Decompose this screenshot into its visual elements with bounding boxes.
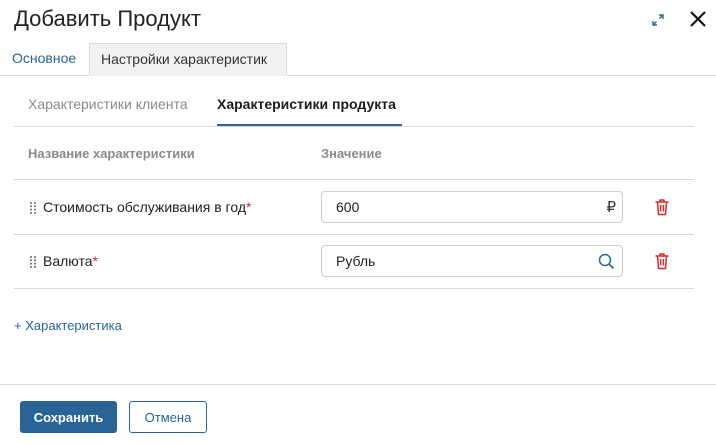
- sub-tabs: Характеристики клиента Характеристики пр…: [14, 86, 694, 127]
- row-divider: [14, 234, 694, 235]
- delete-trash-icon[interactable]: [654, 252, 670, 270]
- currency-value: Рубль: [336, 253, 376, 269]
- currency-lookup-input[interactable]: Рубль: [321, 245, 623, 277]
- row-divider: [14, 288, 694, 289]
- characteristic-label: Стоимость обслуживания в год*: [43, 199, 251, 215]
- drag-handle-icon[interactable]: [29, 201, 37, 215]
- required-mark: *: [246, 199, 252, 215]
- required-mark: *: [92, 253, 98, 269]
- footer-divider: [0, 384, 716, 385]
- main-tabs: Основное Настройки характеристик: [0, 43, 716, 76]
- subtab-client-characteristics[interactable]: Характеристики клиента: [28, 96, 188, 112]
- subtab-product-characteristics[interactable]: Характеристики продукта: [217, 96, 396, 112]
- save-button[interactable]: Сохранить: [20, 401, 117, 433]
- expand-icon[interactable]: [650, 12, 666, 28]
- header-divider: [14, 179, 694, 180]
- dialog-title: Добавить Продукт: [14, 6, 201, 31]
- characteristic-name: Стоимость обслуживания в год: [43, 199, 246, 215]
- add-characteristic-link[interactable]: + Характеристика: [14, 318, 122, 333]
- column-header-name: Название характеристики: [28, 146, 195, 161]
- ruble-currency-suffix: ₽: [606, 199, 616, 216]
- active-subtab-indicator: [217, 124, 402, 126]
- characteristic-name: Валюта: [43, 253, 93, 269]
- search-icon[interactable]: [598, 253, 615, 270]
- drag-handle-icon[interactable]: [29, 255, 37, 269]
- characteristic-label: Валюта*: [43, 253, 98, 269]
- column-header-value: Значение: [321, 146, 382, 161]
- cancel-button[interactable]: Отмена: [129, 401, 207, 433]
- delete-trash-icon[interactable]: [654, 198, 670, 216]
- service-cost-input[interactable]: 600 ₽: [321, 191, 623, 223]
- close-icon[interactable]: [688, 9, 708, 29]
- service-cost-value: 600: [336, 199, 360, 215]
- tab-characteristics-settings[interactable]: Настройки характеристик: [89, 43, 287, 76]
- tab-main[interactable]: Основное: [12, 43, 76, 76]
